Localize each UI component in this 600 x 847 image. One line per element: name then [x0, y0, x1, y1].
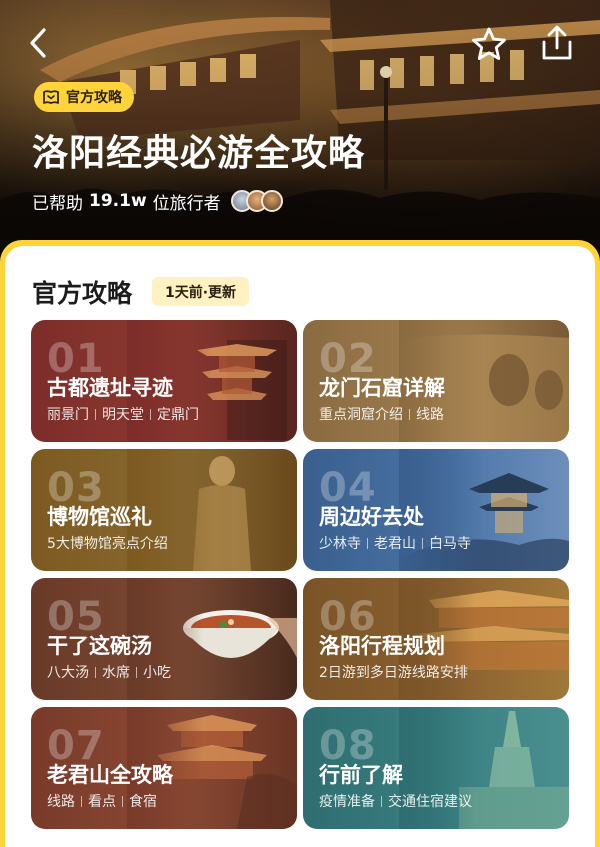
card-tags: 重点洞窟介绍 线路 — [319, 404, 444, 424]
card-title: 周边好去处 — [319, 505, 424, 529]
card-tags: 丽景门 明天堂 定鼎门 — [47, 404, 199, 424]
chevron-left-icon[interactable] — [24, 26, 54, 60]
card-title: 老君山全攻略 — [47, 763, 173, 787]
official-guide-badge: 官方攻略 — [34, 82, 134, 112]
guide-card-longmen-grottoes[interactable]: 02 龙门石窟详解 重点洞窟介绍 线路 — [303, 320, 569, 442]
star-icon[interactable] — [470, 26, 508, 62]
card-title: 博物馆巡礼 — [47, 505, 152, 529]
card-tag: 重点洞窟介绍 — [319, 407, 403, 423]
badge-label: 官方攻略 — [66, 90, 122, 106]
helped-travelers-line: 已帮助 19.1w 位旅行者 — [32, 188, 283, 214]
card-title: 古都遗址寻迹 — [47, 376, 173, 400]
card-tag: 线路 — [416, 407, 444, 423]
card-tag: 5大博物馆亮点介绍 — [47, 536, 168, 552]
helped-count: 19.1w — [89, 191, 147, 211]
card-title: 干了这碗汤 — [47, 634, 152, 658]
card-tags: 5大博物馆亮点介绍 — [47, 533, 168, 553]
card-tags: 疫情准备 交通住宿建议 — [319, 791, 472, 811]
traveler-avatars — [230, 190, 283, 212]
guide-book-icon — [43, 90, 59, 104]
guide-card-before-travel[interactable]: 08 行前了解 疫情准备 交通住宿建议 — [303, 707, 569, 829]
card-tags: 2日游到多日游线路安排 — [319, 662, 468, 682]
guide-card-nearby[interactable]: 04 周边好去处 少林寺 老君山 白马寺 — [303, 449, 569, 571]
card-title: 龙门石窟详解 — [319, 376, 445, 400]
card-tag: 白马寺 — [429, 536, 471, 552]
guide-card-soup[interactable]: 05 干了这碗汤 八大汤 水席 小吃 — [31, 578, 297, 700]
guide-card-itinerary[interactable]: 06 洛阳行程规划 2日游到多日游线路安排 — [303, 578, 569, 700]
card-tag: 少林寺 — [319, 536, 361, 552]
share-icon[interactable] — [538, 24, 576, 62]
helped-prefix: 已帮助 — [32, 193, 83, 214]
card-tag: 小吃 — [143, 665, 171, 681]
card-tag: 丽景门 — [47, 407, 89, 423]
card-tag: 明天堂 — [102, 407, 144, 423]
card-title: 行前了解 — [319, 763, 403, 787]
card-tag: 疫情准备 — [319, 794, 375, 810]
card-tag: 交通住宿建议 — [388, 794, 472, 810]
card-tag: 2日游到多日游线路安排 — [319, 665, 468, 681]
guide-card-museums[interactable]: 03 博物馆巡礼 5大博物馆亮点介绍 — [31, 449, 297, 571]
card-tag: 老君山 — [374, 536, 416, 552]
card-title: 洛阳行程规划 — [319, 634, 445, 658]
card-tag: 食宿 — [129, 794, 157, 810]
card-tag: 八大汤 — [47, 665, 89, 681]
page-title: 洛阳经典必游全攻略 — [32, 133, 366, 174]
card-tag: 线路 — [47, 794, 75, 810]
card-tags: 八大汤 水席 小吃 — [47, 662, 171, 682]
guide-card-ancient-sites[interactable]: 01 古都遗址寻迹 丽景门 明天堂 定鼎门 — [31, 320, 297, 442]
guide-card-laojun-mountain[interactable]: 07 老君山全攻略 线路 看点 食宿 — [31, 707, 297, 829]
section-title: 官方攻略 — [32, 279, 133, 308]
card-tag: 定鼎门 — [157, 407, 199, 423]
card-tags: 线路 看点 食宿 — [47, 791, 157, 811]
update-time-tag: 1天前·更新 — [152, 277, 250, 306]
helped-suffix: 位旅行者 — [152, 193, 221, 214]
card-tags: 少林寺 老君山 白马寺 — [319, 533, 471, 553]
card-tag: 水席 — [102, 665, 130, 681]
avatar — [260, 190, 283, 212]
card-tag: 看点 — [88, 794, 116, 810]
